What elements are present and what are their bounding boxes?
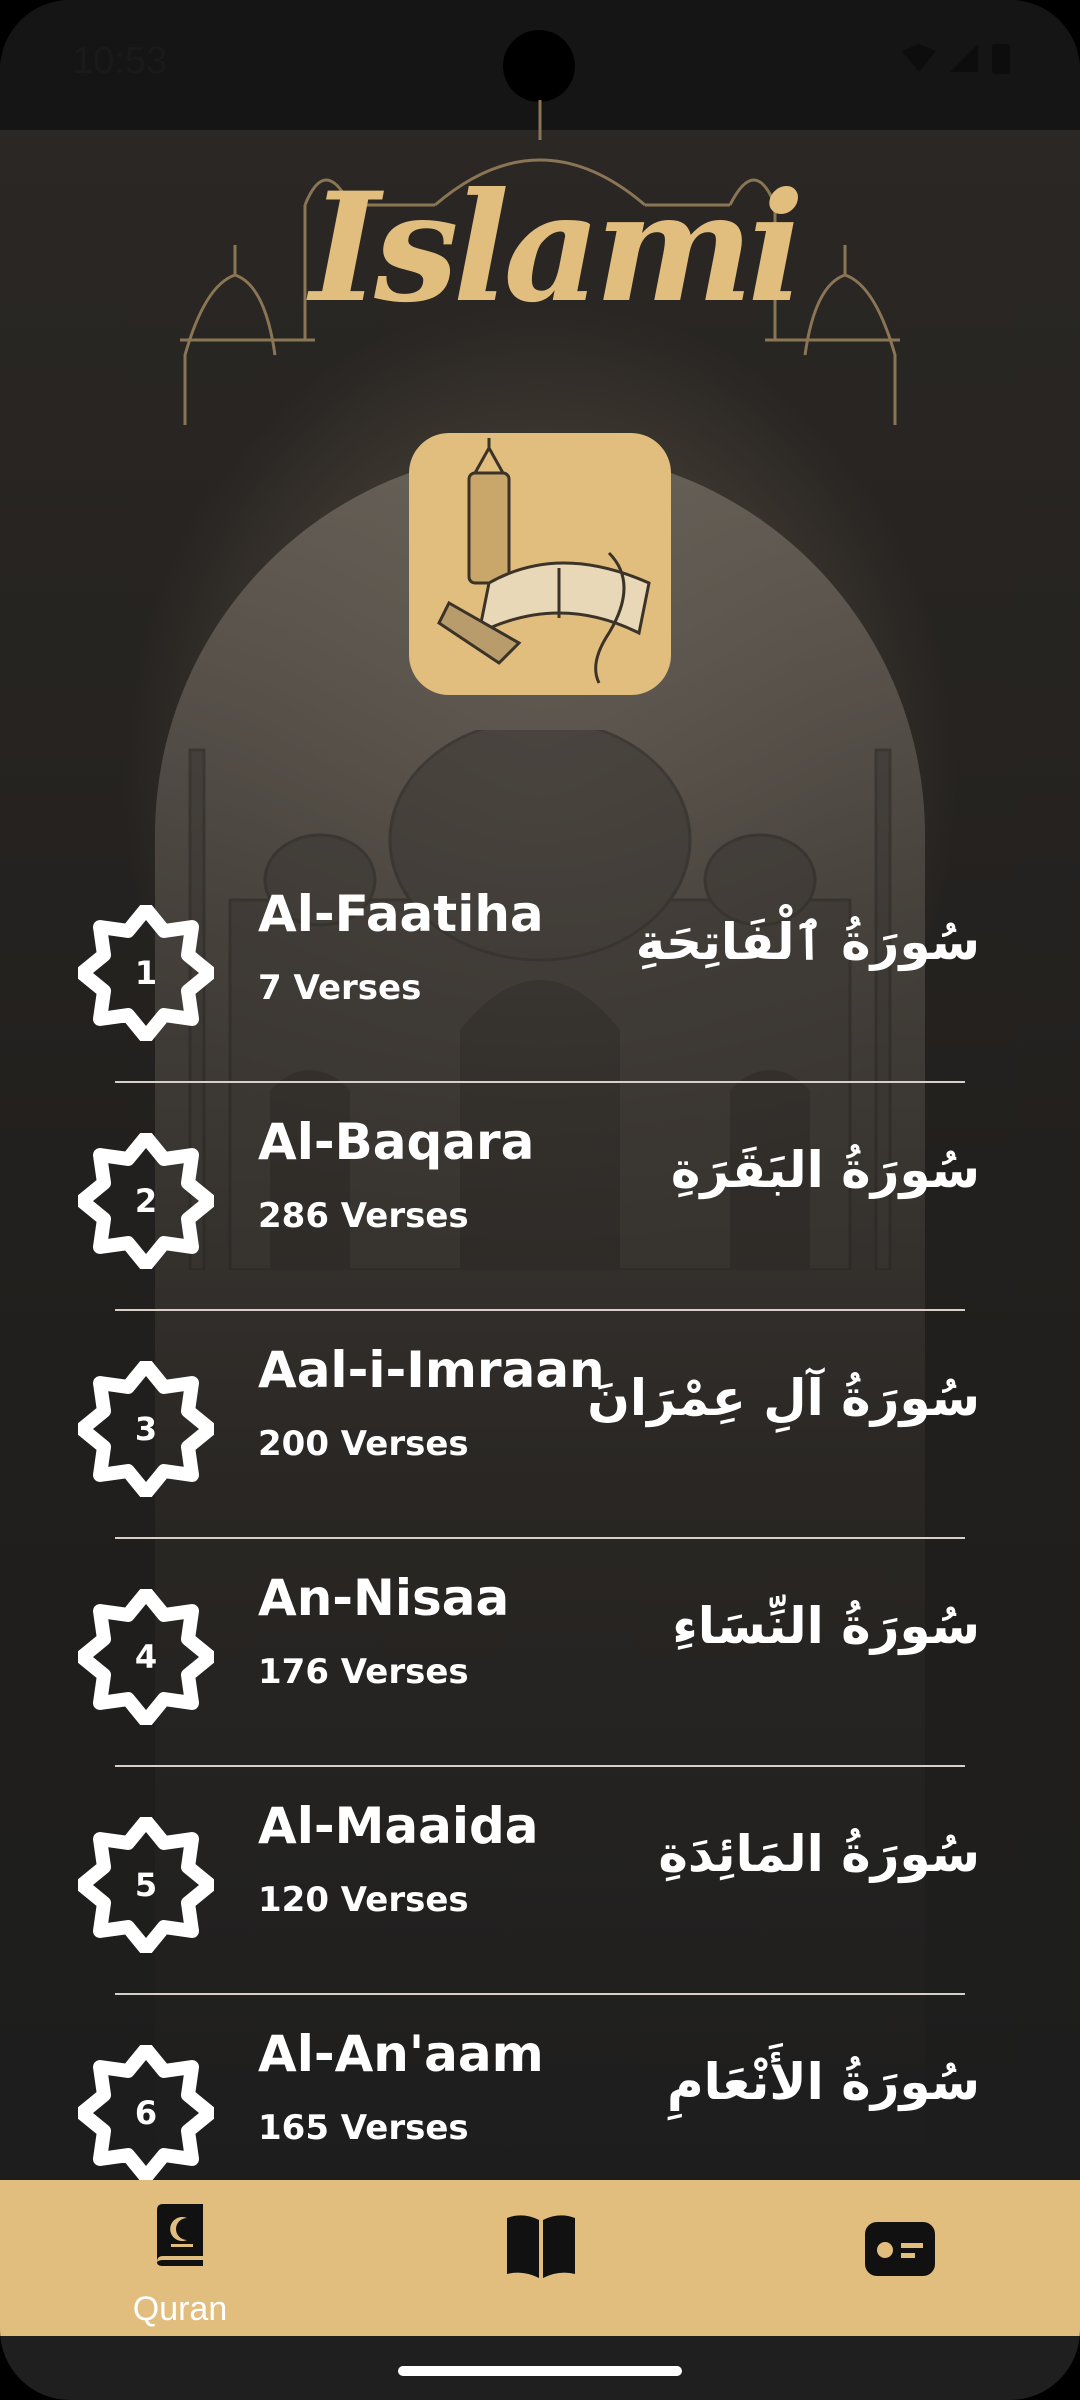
sura-number: 4 [134, 1638, 158, 1676]
wifi-icon [902, 44, 936, 72]
sura-row-2[interactable]: 2 Al-Baqara 286 Verses سُورَةُ البَقَرَة… [0, 1083, 1080, 1311]
sura-name: Al-Baqara [258, 1113, 535, 1171]
sura-verses: 120 Verses [258, 1880, 469, 1920]
gesture-bar[interactable] [398, 2366, 682, 2376]
sura-arabic-name: سُورَةُ البَقَرَةِ [670, 1141, 980, 1199]
sura-number: 3 [134, 1410, 158, 1448]
sura-row-6[interactable]: 6 Al-An'aam 165 Verses سُورَةُ الأَنْعَا… [0, 1995, 1080, 2185]
sura-number-badge: 1 [78, 905, 214, 1041]
sura-number-badge: 4 [78, 1589, 214, 1725]
sura-number-badge: 6 [78, 2045, 214, 2181]
sura-verses: 165 Verses [258, 2108, 469, 2148]
sura-verses: 200 Verses [258, 1424, 469, 1464]
nav-hadith[interactable] [440, 2180, 640, 2336]
sura-number-badge: 5 [78, 1817, 214, 1953]
nav-quran[interactable]: Quran [80, 2180, 280, 2336]
sura-name: An-Nisaa [258, 1569, 510, 1627]
nav-label-quran: Quran [132, 2290, 228, 2328]
sura-arabic-name: سُورَةُ آلِ عِمْرَانَ [587, 1369, 980, 1427]
sura-number: 2 [134, 1182, 158, 1220]
sura-number-badge: 2 [78, 1133, 214, 1269]
sura-number: 1 [134, 954, 158, 992]
sura-name: Al-Maaida [258, 1797, 539, 1855]
sura-row-4[interactable]: 4 An-Nisaa 176 Verses سُورَةُ النِّسَاءِ [0, 1539, 1080, 1767]
sura-arabic-name: سُورَةُ ٱلْفَاتِحَةِ [635, 913, 980, 971]
bottom-navigation: Quran [0, 2180, 1080, 2336]
sura-list[interactable]: 1 Al-Faatiha 7 Verses سُورَةُ ٱلْفَاتِحَ… [0, 855, 1080, 2185]
sura-row-1[interactable]: 1 Al-Faatiha 7 Verses سُورَةُ ٱلْفَاتِحَ… [0, 855, 1080, 1083]
sura-number-badge: 3 [78, 1361, 214, 1497]
sura-arabic-name: سُورَةُ النِّسَاءِ [672, 1597, 980, 1655]
status-time: 10:53 [72, 40, 168, 82]
sura-number: 6 [134, 2094, 158, 2132]
sura-name: Al-Faatiha [258, 885, 544, 943]
sura-row-3[interactable]: 3 Aal-i-Imraan 200 Verses سُورَةُ آلِ عِ… [0, 1311, 1080, 1539]
sura-name: Aal-i-Imraan [258, 1341, 605, 1399]
front-camera [503, 30, 575, 102]
sura-verses: 286 Verses [258, 1196, 469, 1236]
sura-arabic-name: سُورَةُ المَائِدَةِ [658, 1825, 980, 1883]
quran-illustration [409, 433, 671, 695]
radio-icon [865, 2222, 935, 2276]
quran-book-icon [157, 2204, 203, 2266]
signal-icon [950, 44, 978, 72]
app-logo: Islami [310, 160, 804, 336]
open-book-icon [507, 2215, 575, 2278]
sura-verses: 176 Verses [258, 1652, 469, 1692]
sura-row-5[interactable]: 5 Al-Maaida 120 Verses سُورَةُ المَائِدَ… [0, 1767, 1080, 1995]
sura-number: 5 [134, 1866, 158, 1904]
sura-verses: 7 Verses [258, 968, 422, 1008]
app-screen: 10:53 Islami 1 Al-Faatiha 7 Verses سُورَ… [0, 0, 1080, 2400]
sura-arabic-name: سُورَةُ الأَنْعَامِ [666, 2053, 980, 2111]
sura-name: Al-An'aam [258, 2025, 544, 2083]
battery-icon [992, 44, 1010, 74]
nav-radio[interactable] [800, 2180, 1000, 2336]
